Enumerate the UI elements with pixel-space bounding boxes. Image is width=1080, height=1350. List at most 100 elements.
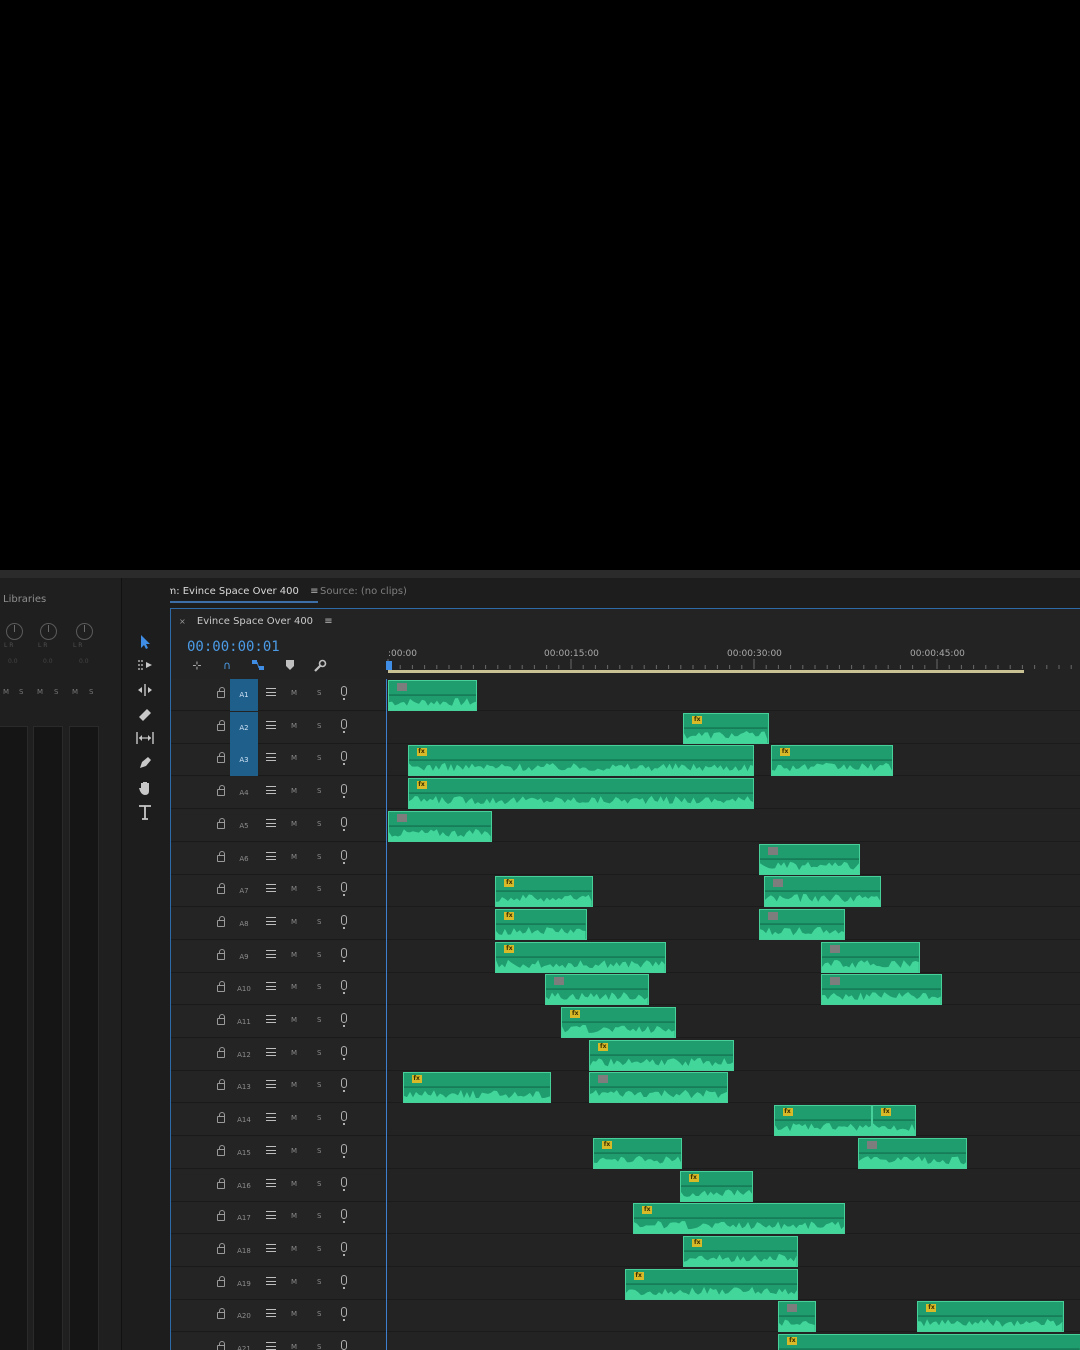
track-header-a18[interactable]: A18 M S [171,1234,386,1267]
audio-clip[interactable]: fx [589,1039,735,1071]
sequence-tab[interactable]: × Evince Space Over 400 ≡ [179,616,333,627]
mic-icon[interactable] [341,1045,347,1060]
mute-button[interactable]: M [291,853,297,861]
mic-icon[interactable] [341,914,347,929]
mute-button[interactable]: M [291,1343,297,1350]
audio-clip[interactable] [778,1301,817,1333]
audio-clip[interactable] [758,908,846,940]
solo-button[interactable]: S [317,787,321,795]
fx-badge-icon[interactable]: fx [416,781,427,790]
track-header-a11[interactable]: A11 M S [171,1006,386,1038]
solo-button[interactable]: S [317,1049,321,1057]
lock-icon[interactable] [217,1275,225,1287]
audio-clip[interactable] [388,680,478,711]
mic-icon[interactable] [341,1241,347,1256]
mic-icon[interactable] [341,1143,347,1158]
fx-badge-icon[interactable]: fx [782,1108,793,1117]
track-header-a17[interactable]: A17 M S [171,1202,386,1235]
fx-badge-icon[interactable]: fx [601,1140,612,1149]
lock-icon[interactable] [217,1177,225,1189]
audio-clip[interactable]: fx [624,1268,798,1300]
track-header-a16[interactable]: A16 M S [171,1169,386,1202]
track-lane[interactable] [386,842,1080,875]
track-lane[interactable] [386,679,1080,711]
solo-button[interactable]: S [317,853,321,861]
mic-icon[interactable] [341,1209,347,1224]
mute-button[interactable]: M [291,754,297,762]
close-icon[interactable]: × [179,617,186,626]
track-target-toggle[interactable]: A5 [230,810,258,842]
hand-tool-icon[interactable] [136,780,154,798]
mic-icon[interactable] [341,947,347,962]
fx-badge-icon[interactable]: fx [881,1108,892,1117]
sync-lock-icon[interactable] [266,1178,276,1187]
mic-icon[interactable] [341,1078,347,1093]
mute-button[interactable]: M [291,1310,297,1318]
solo-button[interactable]: S [317,689,321,697]
lock-icon[interactable] [217,948,225,960]
fx-badge-icon[interactable]: fx [633,1271,644,1280]
pen-tool-icon[interactable] [136,756,154,774]
solo-button[interactable]: S [317,722,321,730]
mic-icon[interactable] [341,1340,347,1350]
solo-button[interactable]: S [317,885,321,893]
fx-badge-icon[interactable]: fx [504,911,515,920]
sync-lock-icon[interactable] [266,1243,276,1252]
sync-lock-icon[interactable] [266,786,276,795]
ripple-edit-tool-icon[interactable] [136,683,154,701]
clip-badge-icon[interactable] [866,1140,877,1149]
mic-icon[interactable] [341,849,347,864]
sync-lock-icon[interactable] [266,1047,276,1056]
audio-clip[interactable]: fx [592,1137,682,1169]
mute-button[interactable]: M [291,1245,297,1253]
mic-icon[interactable] [341,816,347,831]
linked-selection-icon[interactable] [251,659,265,673]
solo-button[interactable]: S [317,1114,321,1122]
track-header-a1[interactable]: A1 M S [171,679,386,711]
lock-icon[interactable] [217,1112,225,1124]
track-lane[interactable] [386,973,1080,1006]
lock-icon[interactable] [217,1079,225,1091]
sync-lock-icon[interactable] [266,720,276,729]
track-target-toggle[interactable]: A14 [230,1104,258,1136]
clip-badge-icon[interactable] [767,846,778,855]
track-target-toggle[interactable]: A16 [230,1170,258,1202]
mic-icon[interactable] [341,1307,347,1322]
audio-clip[interactable]: fx [683,1235,798,1267]
audio-clip[interactable] [545,974,650,1006]
mute-button[interactable]: M [291,689,297,697]
sync-lock-icon[interactable] [266,818,276,827]
sync-lock-icon[interactable] [266,884,276,893]
solo-button[interactable]: S [317,918,321,926]
track-target-toggle[interactable]: A3 [230,744,258,777]
solo-button[interactable]: S [317,1081,321,1089]
track-target-toggle[interactable]: A18 [230,1235,258,1267]
sync-lock-icon[interactable] [266,1080,276,1089]
nest-sequence-icon[interactable]: ⊹ [190,659,204,673]
lock-icon[interactable] [217,1341,225,1350]
panel-menu-icon[interactable]: ≡ [310,586,318,597]
track-header-a10[interactable]: A10 M S [171,973,386,1006]
track-lane[interactable] [386,1136,1080,1169]
sync-lock-icon[interactable] [266,1145,276,1154]
fx-badge-icon[interactable]: fx [598,1042,609,1051]
track-header-a20[interactable]: A20 M S [171,1300,386,1333]
track-lane[interactable] [386,875,1080,908]
track-lane[interactable] [386,1104,1080,1137]
sync-lock-icon[interactable] [266,949,276,958]
fx-badge-icon[interactable]: fx [692,1238,703,1247]
lock-icon[interactable] [217,1046,225,1058]
clip-badge-icon[interactable] [598,1075,609,1084]
audio-clip[interactable]: fx [872,1105,917,1137]
mic-icon[interactable] [341,784,347,799]
solo-button[interactable]: S [317,983,321,991]
clip-badge-icon[interactable] [772,879,783,888]
sync-lock-icon[interactable] [266,1113,276,1122]
track-header-a15[interactable]: A15 M S [171,1136,386,1169]
mic-icon[interactable] [341,1274,347,1289]
clip-badge-icon[interactable] [787,1304,798,1313]
solo-button[interactable]: S [317,1310,321,1318]
mute-button[interactable]: M [291,1212,297,1220]
clip-badge-icon[interactable] [830,977,841,986]
track-target-toggle[interactable]: A1 [230,679,258,711]
